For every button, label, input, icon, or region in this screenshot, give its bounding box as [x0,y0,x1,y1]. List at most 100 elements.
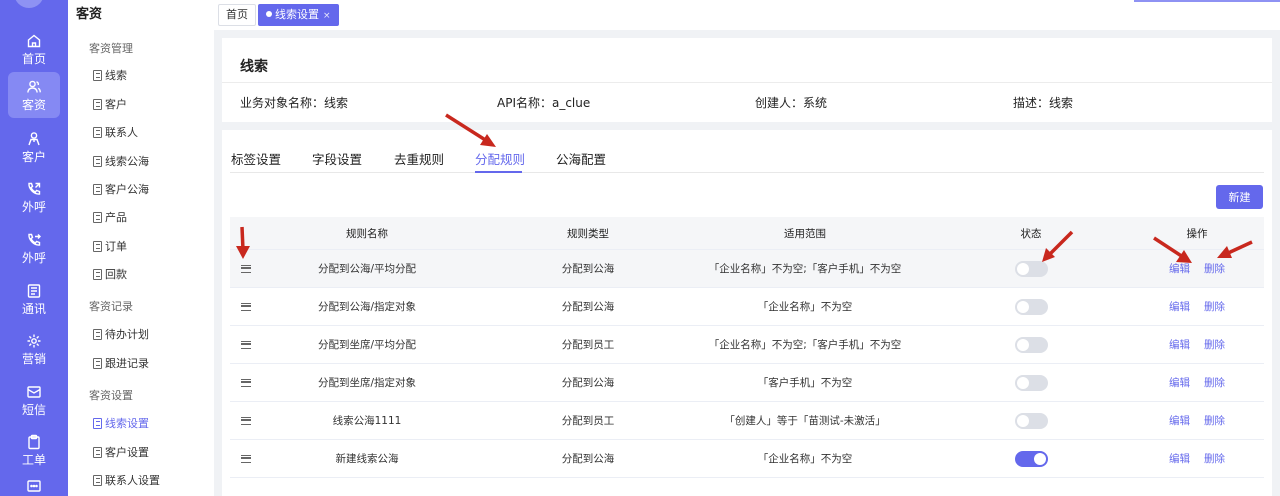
delete-link[interactable]: 删除 [1204,261,1225,276]
status-cell [986,326,1076,363]
rule-scope: 「企业名称」不为空;「客户手机」不为空 [708,263,902,275]
rail-label-customer: 客户 [21,149,46,164]
actions-cell: 编辑 删除 [1130,364,1264,401]
menu-item-contact[interactable]: 联系人 [93,124,138,140]
api-name-field: API名称：a_clue [497,96,591,110]
menu-item-label: 线索 [105,69,127,82]
rule-type: 分配到员工 [561,415,615,427]
status-toggle[interactable] [1014,412,1048,429]
menu-item-customer-pool[interactable]: 客户公海 [93,181,149,197]
status-toggle[interactable] [1014,260,1048,277]
rail-item-contacts[interactable]: 通讯 [8,276,60,322]
rule-type: 分配到员工 [561,339,615,351]
document-icon [93,474,102,486]
settings-panel: 标签设置 字段设置 去重规则 分配规则 公海配置 新建 规则名称 规则类型 适用… [222,130,1272,496]
document-icon [93,69,102,81]
tab-dedup-rules[interactable]: 去重规则 [394,149,444,168]
page-tab-home[interactable]: 首页 [218,4,256,26]
rule-scope: 「企业名称」不为空 [757,453,853,465]
left-nav-rail: 首页 客资 客户 外呼 外呼 通讯 营销 短信 工单 [0,0,68,496]
drag-handle[interactable] [230,250,262,287]
delete-link[interactable]: 删除 [1204,337,1225,352]
document-icon [93,183,102,195]
edit-link[interactable]: 编辑 [1169,261,1190,276]
rule-name: 线索公海1111 [332,415,402,427]
menu-item-label: 客户公海 [105,183,149,196]
menu-item-todo[interactable]: 待办计划 [93,326,149,342]
edit-link[interactable]: 编辑 [1169,375,1190,390]
rail-item-customer[interactable]: 客户 [8,124,60,170]
menu-item-clue-pool[interactable]: 线索公海 [93,153,149,169]
page-tab-clue-settings[interactable]: 线索设置 × [258,4,339,26]
status-cell [986,440,1076,477]
menu-item-label: 线索公海 [105,155,149,168]
edit-link[interactable]: 编辑 [1169,413,1190,428]
menu-item-label: 待办计划 [105,328,149,341]
rule-type: 分配到公海 [561,301,615,313]
drag-handle[interactable] [230,364,262,401]
menu-item-clue-settings[interactable]: 线索设置 [93,415,149,431]
drag-handle[interactable] [230,440,262,477]
rail-label-marketing: 营销 [21,351,46,366]
drag-handle[interactable] [230,326,262,363]
rail-item-sms[interactable]: 短信 [8,377,60,423]
drag-handle[interactable] [230,402,262,439]
rail-item-marketing[interactable]: 营销 [8,326,60,372]
rail-item-ticket[interactable]: 工单 [8,427,60,473]
new-rule-button[interactable]: 新建 [1216,185,1263,209]
table-row: 分配到公海/平均分配 分配到公海 「企业名称」不为空;「客户手机」不为空 编辑删… [230,250,1264,288]
tab-tag-settings[interactable]: 标签设置 [231,149,281,168]
rail-item-home[interactable]: 首页 [8,26,60,72]
rail-label-outbound-call-2: 外呼 [21,250,46,265]
table-row: 分配到坐席/指定对象 分配到公海 「客户手机」不为空 编辑 删除 [230,364,1264,402]
edit-link[interactable]: 编辑 [1169,451,1190,466]
status-toggle[interactable] [1014,336,1048,353]
message-icon [27,385,41,398]
status-toggle[interactable] [1014,298,1048,315]
table-header: 规则名称 规则类型 适用范围 状态 操作 [230,217,1264,250]
divider [222,82,1272,83]
status-toggle[interactable] [1014,374,1048,391]
status-cell [986,402,1076,439]
description-field: 描述：线索 [1013,96,1074,110]
delete-link[interactable]: 删除 [1204,413,1225,428]
menu-item-label: 跟进记录 [105,357,149,370]
close-icon[interactable]: × [323,11,331,21]
rule-type: 分配到公海 [561,377,615,389]
document-icon [93,268,102,280]
menu-item-clue[interactable]: 线索 [93,67,127,83]
document-icon [93,126,102,138]
menu-item-payment[interactable]: 回款 [93,266,127,282]
rail-label-home: 首页 [21,51,46,66]
menu-item-order[interactable]: 订单 [93,238,127,254]
edit-link[interactable]: 编辑 [1169,337,1190,352]
delete-link[interactable]: 删除 [1204,299,1225,314]
rail-label-customer-resource: 客资 [21,97,46,112]
status-toggle[interactable] [1014,450,1048,467]
menu-item-customer[interactable]: 客户 [93,96,127,112]
rail-item-outbound-call[interactable]: 外呼 [8,174,60,220]
edit-link[interactable]: 编辑 [1169,299,1190,314]
menu-item-followup[interactable]: 跟进记录 [93,355,149,371]
table-row: 分配到坐席/平均分配 分配到员工 「企业名称」不为空;「客户手机」不为空 编辑删… [230,326,1264,364]
creator-field: 创建人：系统 [755,96,828,110]
drag-handle[interactable] [230,288,262,325]
marketing-icon [27,334,41,347]
menu-item-contact-settings[interactable]: 联系人设置 [93,472,160,488]
object-name-field: 业务对象名称：线索 [240,96,349,110]
delete-link[interactable]: 删除 [1204,451,1225,466]
phone-out-icon [28,182,41,195]
rail-item-customer-resource[interactable]: 客资 [8,72,60,118]
menu-item-product[interactable]: 产品 [93,209,127,225]
drag-handle-icon [241,416,251,425]
delete-link[interactable]: 删除 [1204,375,1225,390]
header-scope: 适用范围 [784,227,826,240]
drag-handle-icon [241,454,251,463]
rule-type: 分配到公海 [561,263,615,275]
tab-assignment-rules[interactable]: 分配规则 [475,149,525,168]
tab-pool-config[interactable]: 公海配置 [556,149,606,168]
rail-item-more[interactable] [8,478,60,496]
tab-field-settings[interactable]: 字段设置 [312,149,362,168]
rail-item-outbound-call-2[interactable]: 外呼 [8,225,60,271]
menu-item-customer-settings[interactable]: 客户设置 [93,444,149,460]
